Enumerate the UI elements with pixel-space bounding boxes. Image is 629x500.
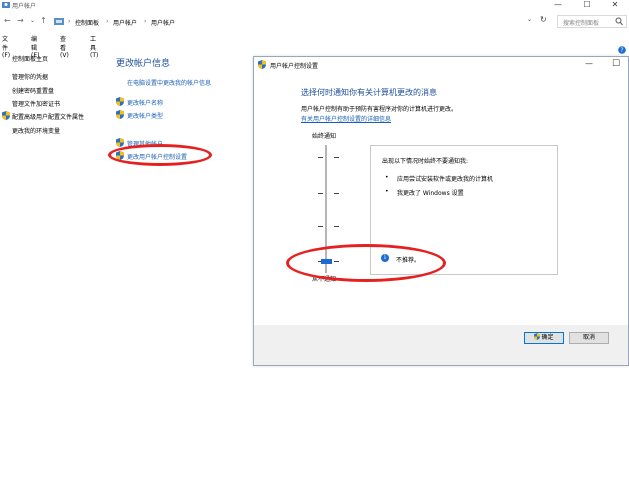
change-account-name-link[interactable]: 更改帐户名称 [127,98,163,107]
close-button[interactable]: ✕ [605,0,625,11]
dialog-heading: 选择何时通知你有关计算机更改的消息 [301,88,437,97]
back-button[interactable]: ← [4,16,11,26]
breadcrumb-control-panel[interactable]: 控制面板 [75,18,99,27]
slider-tick [334,193,339,194]
breadcrumb[interactable]: › 控制面板 › 用户帐户 › 用户帐户 [50,15,525,28]
cancel-button-label: 取消 [582,334,595,341]
breadcrumb-separator: › [144,18,147,25]
slider-tick [334,226,339,227]
address-dropdown[interactable]: ⌄ [527,16,532,23]
recent-locations-dropdown[interactable]: ⌄ [30,16,35,26]
bullet-text-install-apps: 应用尝试安装软件或更改我的计算机 [397,176,494,183]
breadcrumb-user-accounts[interactable]: 用户帐户 [113,18,137,27]
address-bar: ← → ⌄ ↑ › 控制面板 › 用户帐户 › 用户帐户 ⌄ ↻ 搜索控制面板 [0,14,629,30]
maximize-button[interactable]: ☐ [577,0,597,11]
up-button[interactable]: ↑ [40,16,47,26]
dialog-maximize-button[interactable]: ☐ [612,59,620,69]
shield-icon [2,111,10,120]
slider-tick [334,157,339,158]
manage-credentials-link[interactable]: 管理你的凭据 [12,72,48,81]
help-icon[interactable]: ? [618,46,626,54]
notify-box-header: 出现以下情况时始终不要通知我: [382,158,469,165]
user-accounts-icon [2,2,10,8]
breadcrumb-user-accounts-current[interactable]: 用户帐户 [151,18,175,27]
menu-file[interactable]: 文件(F) [2,34,10,59]
forward-button[interactable]: → [17,16,24,26]
advanced-profile-properties-link[interactable]: 配置高级用户配置文件属性 [12,112,84,121]
annotation-ellipse [108,144,212,166]
window-titlebar: 用户帐户 — ☐ ✕ [0,0,629,11]
dialog-title: 用户帐户控制设置 [270,63,319,70]
control-panel-icon [54,18,64,25]
window-title: 用户帐户 [12,3,37,10]
page-title: 更改帐户信息 [116,59,171,69]
bullet: • [385,188,389,195]
menu-tools[interactable]: 工具(T) [90,34,98,59]
dialog-titlebar: 用户帐户控制设置 — ☐ [254,57,628,73]
shield-icon [258,60,266,69]
search-input[interactable]: 搜索控制面板 [557,15,627,28]
slider-tick [318,226,323,227]
search-icon [615,17,623,26]
uac-settings-dialog: 用户帐户控制设置 — ☐ 选择何时通知你有关计算机更改的消息 用户帐户控制有助于… [253,56,629,366]
search-placeholder: 搜索控制面板 [563,20,600,27]
bullet-text-change-settings: 我更改了 Windows 设置 [397,190,464,197]
slider-label-always-notify: 始终通知 [312,133,337,140]
ok-button-label: 确定 [541,334,554,341]
breadcrumb-separator: › [106,18,109,25]
minimize-button[interactable]: — [548,0,568,11]
shield-icon [116,138,124,147]
breadcrumb-separator: › [68,18,71,25]
change-account-in-pc-settings-link[interactable]: 在电脑设置中更改我的帐户信息 [127,78,211,87]
change-environment-variables-link[interactable]: 更改我的环境变量 [12,126,60,135]
manage-encryption-certs-link[interactable]: 管理文件加密证书 [12,99,60,108]
annotation-ellipse [286,244,446,282]
dialog-body: 选择何时通知你有关计算机更改的消息 用户帐户控制有助于预防有害程序对你的计算机进… [254,73,628,325]
shield-icon [534,333,541,340]
slider-tick [318,157,323,158]
ok-button[interactable]: 确定 [524,332,564,344]
slider-tick [318,193,323,194]
cancel-button[interactable]: 取消 [569,332,609,344]
uac-details-link[interactable]: 有关用户帐户控制设置的详细信息 [301,114,391,123]
control-panel-home-link[interactable]: 控制面板主页 [12,54,48,63]
change-account-type-link[interactable]: 更改帐户类型 [127,111,163,120]
create-reset-disk-link[interactable]: 创建密码重置盘 [12,86,54,95]
refresh-button[interactable]: ↻ [540,15,547,24]
shield-icon [116,110,124,119]
menu-view[interactable]: 查看(V) [60,34,69,59]
dialog-minimize-button[interactable]: — [585,59,593,68]
dialog-description: 用户帐户控制有助于预防有害程序对你的计算机进行更改。 [301,106,458,113]
bullet: • [385,174,389,181]
shield-icon [116,97,124,106]
svg-text:?: ? [620,47,623,54]
